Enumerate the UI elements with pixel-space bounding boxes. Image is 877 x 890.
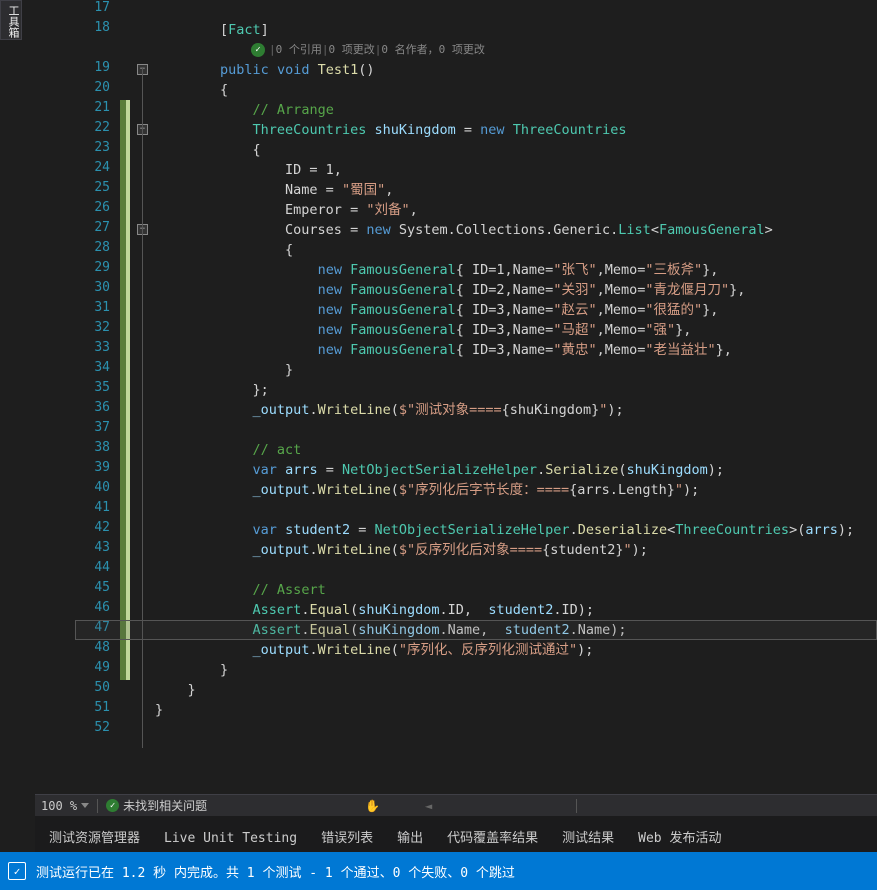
line-number: 20 (80, 80, 110, 95)
line-number: 45 (80, 580, 110, 595)
code-line[interactable]: // act (155, 440, 301, 460)
line-number: 32 (80, 320, 110, 335)
line-number: 29 (80, 260, 110, 275)
line-number: 23 (80, 140, 110, 155)
line-number: 47 (80, 620, 110, 635)
line-number: 19 (80, 60, 110, 75)
line-number: 43 (80, 540, 110, 555)
toolbox-panel[interactable]: 工具箱 (0, 0, 22, 40)
code-line[interactable]: new FamousGeneral{ ID=3,Name="赵云",Memo="… (155, 300, 718, 320)
line-number: 38 (80, 440, 110, 455)
line-number: 40 (80, 480, 110, 495)
code-line[interactable]: _output.WriteLine($"序列化后字节长度：===={arrs.L… (155, 480, 699, 500)
line-number: 35 (80, 380, 110, 395)
code-line[interactable]: } (155, 680, 196, 700)
line-number: 42 (80, 520, 110, 535)
code-line[interactable]: ThreeCountries shuKingdom = new ThreeCou… (155, 120, 626, 140)
chevron-down-icon (81, 803, 89, 808)
line-number: 49 (80, 660, 110, 675)
codelens[interactable]: ✓| 0 个引用 | 0 项更改 | 0 名作者，0 项更改 (251, 40, 485, 60)
line-number: 34 (80, 360, 110, 375)
code-line[interactable]: var arrs = NetObjectSerializeHelper.Seri… (155, 460, 724, 480)
code-line[interactable]: } (155, 660, 228, 680)
line-number: 33 (80, 340, 110, 355)
code-line[interactable]: Courses = new System.Collections.Generic… (155, 220, 773, 240)
tab-live-unit-testing[interactable]: Live Unit Testing (154, 825, 307, 852)
code-editor[interactable]: 171819−202122−2324252627−282930313233343… (35, 0, 877, 800)
code-line[interactable]: // Assert (155, 580, 326, 600)
tab-test-results[interactable]: 测试结果 (552, 821, 624, 852)
check-icon: ✓ (106, 799, 119, 812)
code-line[interactable]: new FamousGeneral{ ID=3,Name="黄忠",Memo="… (155, 340, 732, 360)
editor-status-bar: 100 % ✓未找到相关问题 ✋ ◄ (35, 794, 877, 816)
line-number: 21 (80, 100, 110, 115)
code-line[interactable]: { (155, 80, 228, 100)
line-number: 39 (80, 460, 110, 475)
line-number: 30 (80, 280, 110, 295)
code-line[interactable]: Name = "蜀国", (155, 180, 393, 200)
zoom-dropdown[interactable]: 100 % (41, 799, 89, 813)
line-number: 44 (80, 560, 110, 575)
code-line[interactable]: _output.WriteLine("序列化、反序列化测试通过"); (155, 640, 593, 660)
line-number: 50 (80, 680, 110, 695)
status-bar: ✓ 测试运行已在 1.2 秒 内完成。共 1 个测试 - 1 个通过、0 个失败… (0, 852, 877, 890)
line-number: 28 (80, 240, 110, 255)
code-line[interactable]: new FamousGeneral{ ID=3,Name="马超",Memo="… (155, 320, 691, 340)
code-line[interactable]: { (155, 240, 293, 260)
code-line[interactable]: Emperor = "刘备", (155, 200, 418, 220)
line-number: 46 (80, 600, 110, 615)
test-status-icon: ✓ (8, 862, 26, 880)
line-number: 27 (80, 220, 110, 235)
test-pass-icon: ✓ (251, 43, 265, 57)
code-line[interactable]: Assert.Equal(shuKingdom.ID, student2.ID)… (155, 600, 594, 620)
line-number: 17 (80, 0, 110, 15)
tab-test-explorer[interactable]: 测试资源管理器 (39, 821, 150, 852)
line-number: 18 (80, 20, 110, 35)
line-number: 31 (80, 300, 110, 315)
code-line[interactable]: { (155, 140, 261, 160)
code-line[interactable]: _output.WriteLine($"反序列化后对象===={student2… (155, 540, 648, 560)
tab-output[interactable]: 输出 (387, 821, 433, 852)
line-number: 52 (80, 720, 110, 735)
tab-error-list[interactable]: 错误列表 (311, 821, 383, 852)
code-line[interactable]: ID = 1, (155, 160, 342, 180)
line-number: 24 (80, 160, 110, 175)
code-line[interactable]: }; (155, 380, 269, 400)
code-line[interactable]: _output.WriteLine($"测试对象===={shuKingdom}… (155, 400, 624, 420)
code-line[interactable]: var student2 = NetObjectSerializeHelper.… (155, 520, 854, 540)
code-line[interactable]: new FamousGeneral{ ID=2,Name="关羽",Memo="… (155, 280, 745, 300)
gutter: 171819−202122−2324252627−282930313233343… (35, 0, 105, 800)
line-number: 36 (80, 400, 110, 415)
issues-indicator[interactable]: ✓未找到相关问题 (106, 797, 207, 814)
code-line[interactable]: [Fact] (155, 20, 269, 40)
line-number: 25 (80, 180, 110, 195)
code-line[interactable]: public void Test1() (155, 60, 375, 80)
hand-icon[interactable]: ✋ (365, 799, 380, 813)
output-tabs: 测试资源管理器 Live Unit Testing 错误列表 输出 代码覆盖率结… (35, 816, 877, 852)
scroll-left-icon[interactable]: ◄ (425, 799, 432, 813)
line-number: 48 (80, 640, 110, 655)
code-line[interactable]: new FamousGeneral{ ID=1,Name="张飞",Memo="… (155, 260, 718, 280)
line-number: 51 (80, 700, 110, 715)
line-number: 37 (80, 420, 110, 435)
tab-web-publish[interactable]: Web 发布活动 (628, 821, 731, 852)
status-text: 测试运行已在 1.2 秒 内完成。共 1 个测试 - 1 个通过、0 个失败、0… (36, 862, 515, 881)
code-line[interactable]: } (155, 360, 293, 380)
tab-coverage[interactable]: 代码覆盖率结果 (437, 821, 548, 852)
code-line[interactable]: // Arrange (155, 100, 334, 120)
line-number: 41 (80, 500, 110, 515)
line-number: 26 (80, 200, 110, 215)
line-number: 22 (80, 120, 110, 135)
code-line[interactable]: } (155, 700, 163, 720)
code-line[interactable]: Assert.Equal(shuKingdom.Name, student2.N… (155, 620, 627, 640)
